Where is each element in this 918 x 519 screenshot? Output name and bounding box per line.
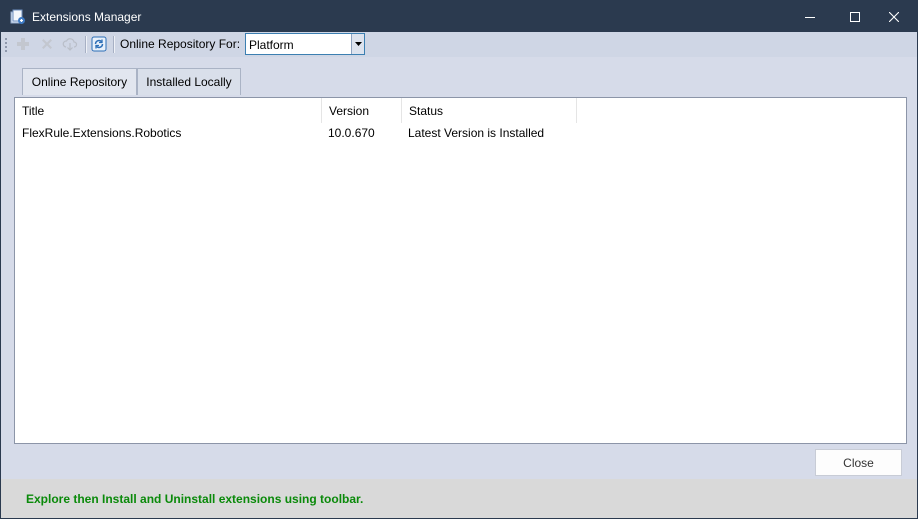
refresh-icon[interactable] <box>91 36 107 52</box>
remove-icon[interactable] <box>39 36 55 52</box>
row-version: 10.0.670 <box>328 126 375 140</box>
title-bar[interactable]: Extensions Manager <box>1 1 917 32</box>
toolbar: Online Repository For: <box>1 32 917 57</box>
add-icon[interactable] <box>15 36 31 52</box>
tab-online-repository[interactable]: Online Repository <box>22 68 137 95</box>
toolbar-separator <box>113 36 115 53</box>
maximize-icon <box>850 11 860 22</box>
extensions-list[interactable]: Title Version Status FlexRule.Extensions… <box>14 97 907 444</box>
close-button[interactable]: Close <box>815 449 902 476</box>
repo-label: Online Repository For: <box>120 37 241 51</box>
close-window-button[interactable] <box>871 1 917 32</box>
toolbar-separator <box>85 36 87 53</box>
minimize-button[interactable] <box>787 1 833 32</box>
column-header-title[interactable]: Title <box>15 98 322 123</box>
toolbar-grip[interactable] <box>5 37 7 52</box>
row-title: FlexRule.Extensions.Robotics <box>22 126 182 140</box>
repository-select-value: Platform <box>249 38 294 52</box>
tab-installed-locally[interactable]: Installed Locally <box>137 68 241 95</box>
hint-bar: Explore then Install and Uninstall exten… <box>1 479 917 518</box>
repository-select[interactable]: Platform <box>245 33 365 55</box>
app-icon <box>10 9 26 25</box>
cloud-download-icon[interactable] <box>62 36 78 52</box>
column-header-version[interactable]: Version <box>322 98 402 123</box>
extensions-manager-window: Extensions Manager Online Repository For… <box>0 0 918 519</box>
close-icon <box>889 11 899 22</box>
window-title: Extensions Manager <box>32 10 142 24</box>
row-status: Latest Version is Installed <box>408 126 545 140</box>
dropdown-arrow-button[interactable] <box>351 34 364 54</box>
column-header-status[interactable]: Status <box>402 98 577 123</box>
minimize-icon <box>805 16 815 18</box>
hint-text: Explore then Install and Uninstall exten… <box>26 492 364 506</box>
chevron-down-icon <box>354 42 362 46</box>
